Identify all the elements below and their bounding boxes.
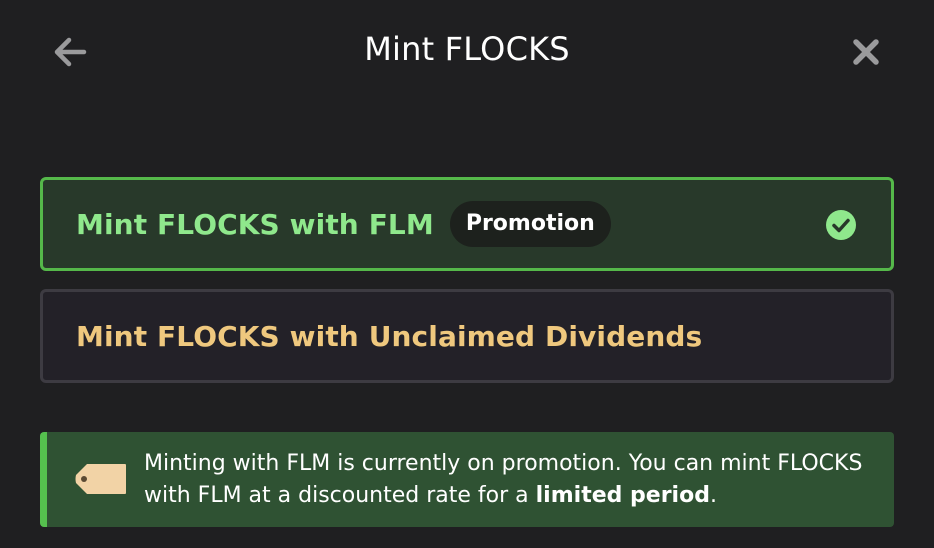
notice-text-main: Minting with FLM is currently on promoti…	[144, 451, 863, 508]
promotion-notice: Minting with FLM is currently on promoti…	[40, 432, 894, 527]
close-icon	[853, 39, 879, 65]
modal-title: Mint FLOCKS	[364, 30, 570, 68]
option-mint-with-dividends[interactable]: Mint FLOCKS with Unclaimed Dividends	[40, 289, 894, 383]
price-tag-icon	[75, 464, 126, 494]
mint-flocks-modal: Mint FLOCKS Mint FLOCKS with FLM Promoti…	[0, 0, 934, 548]
close-button[interactable]	[846, 32, 886, 72]
notice-text-end: .	[709, 483, 717, 508]
option-label: Mint FLOCKS with Unclaimed Dividends	[76, 319, 703, 353]
check-circle-icon	[826, 210, 856, 240]
notice-text-bold: limited period	[535, 483, 710, 508]
modal-header: Mint FLOCKS	[0, 0, 934, 104]
option-label: Mint FLOCKS with FLM	[76, 207, 434, 241]
notice-text: Minting with FLM is currently on promoti…	[144, 448, 864, 512]
promotion-badge: Promotion	[449, 201, 611, 247]
option-mint-with-flm[interactable]: Mint FLOCKS with FLM Promotion	[40, 177, 894, 271]
